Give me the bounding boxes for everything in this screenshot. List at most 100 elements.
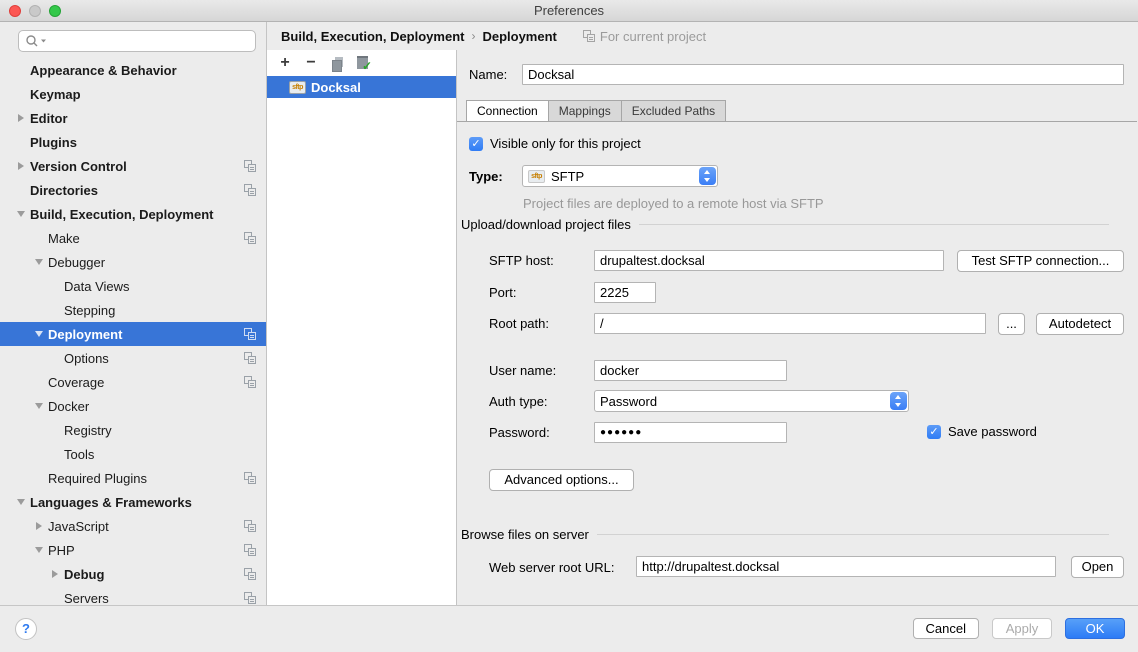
sidebar-item-directories[interactable]: Directories [0, 178, 266, 202]
sidebar-item-servers[interactable]: Servers [0, 586, 266, 605]
advanced-options-button[interactable]: Advanced options... [489, 469, 634, 491]
sidebar-item-debug[interactable]: Debug [0, 562, 266, 586]
browse-root-path-button[interactable]: ... [998, 313, 1025, 335]
sidebar-item-make[interactable]: Make [0, 226, 266, 250]
current-project-icon [244, 184, 256, 196]
cancel-button[interactable]: Cancel [913, 618, 979, 639]
sftp-host-label: SFTP host: [489, 253, 554, 268]
ok-button[interactable]: OK [1065, 618, 1125, 639]
password-label: Password: [489, 425, 550, 440]
deployment-form: Name: Connection Mappings Excluded Paths… [457, 50, 1138, 605]
root-path-label: Root path: [489, 316, 549, 331]
type-value: SFTP [551, 169, 699, 184]
chevron-down-icon[interactable] [30, 547, 48, 553]
auth-type-select[interactable]: Password [594, 390, 909, 412]
sidebar-item-docker[interactable]: Docker [0, 394, 266, 418]
breadcrumb-category[interactable]: Build, Execution, Deployment [281, 29, 464, 44]
breadcrumb: Build, Execution, Deployment › Deploymen… [267, 22, 1138, 50]
sidebar-item-version-control[interactable]: Version Control [0, 154, 266, 178]
sidebar-item-stepping[interactable]: Stepping [0, 298, 266, 322]
port-label: Port: [489, 285, 516, 300]
sidebar-item-editor[interactable]: Editor [0, 106, 266, 130]
auth-type-value: Password [600, 394, 890, 409]
sidebar-item-deployment[interactable]: Deployment [0, 322, 266, 346]
sidebar-item-javascript[interactable]: JavaScript [0, 514, 266, 538]
sidebar-item-options[interactable]: Options [0, 346, 266, 370]
web-root-input[interactable] [636, 556, 1056, 577]
apply-button[interactable]: Apply [992, 618, 1052, 639]
chevron-right-icon[interactable] [30, 522, 48, 530]
tab-excluded-paths[interactable]: Excluded Paths [622, 100, 726, 122]
name-input[interactable] [522, 64, 1124, 85]
tab-mappings[interactable]: Mappings [549, 100, 622, 122]
sidebar-item-build-execution-deployment[interactable]: Build, Execution, Deployment [0, 202, 266, 226]
current-project-icon [244, 160, 256, 172]
tab-connection[interactable]: Connection [466, 100, 549, 122]
breadcrumb-page: Deployment [482, 29, 556, 44]
open-url-button[interactable]: Open [1071, 556, 1124, 578]
tab-bar: Connection Mappings Excluded Paths [466, 100, 726, 122]
chevron-down-icon[interactable] [12, 211, 30, 217]
search-input[interactable] [18, 30, 256, 52]
sidebar-item-registry[interactable]: Registry [0, 418, 266, 442]
current-project-icon [244, 520, 256, 532]
sidebar-item-label: Stepping [64, 303, 115, 318]
sftp-host-input[interactable] [594, 250, 944, 271]
root-path-input[interactable] [594, 313, 986, 334]
help-button[interactable]: ? [15, 618, 37, 640]
auth-type-label: Auth type: [489, 394, 548, 409]
combo-stepper-icon [890, 392, 907, 410]
sidebar-item-label: Keymap [30, 87, 81, 102]
sidebar-item-label: Required Plugins [48, 471, 147, 486]
sidebar-item-coverage[interactable]: Coverage [0, 370, 266, 394]
sidebar-item-label: Languages & Frameworks [30, 495, 192, 510]
remove-server-button[interactable]: − [303, 55, 319, 71]
chevron-down-icon[interactable] [12, 499, 30, 505]
current-project-icon [244, 544, 256, 556]
sidebar-item-languages-frameworks[interactable]: Languages & Frameworks [0, 490, 266, 514]
sidebar-item-appearance-behavior[interactable]: Appearance & Behavior [0, 58, 266, 82]
user-name-input[interactable] [594, 360, 787, 381]
password-input[interactable] [594, 422, 787, 443]
test-sftp-connection-button[interactable]: Test SFTP connection... [957, 250, 1124, 272]
sidebar-item-label: Options [64, 351, 109, 366]
sftp-file-icon: sftp [289, 81, 306, 94]
sftp-type-icon: sftp [528, 170, 545, 183]
port-input[interactable] [594, 282, 656, 303]
chevron-down-icon[interactable] [30, 331, 48, 337]
sidebar-item-label: Servers [64, 591, 109, 606]
visible-only-checkbox[interactable]: ✓ Visible only for this project [469, 136, 641, 151]
minimize-window-icon[interactable] [29, 5, 41, 17]
sidebar-item-plugins[interactable]: Plugins [0, 130, 266, 154]
add-server-button[interactable]: + [277, 55, 293, 71]
zoom-window-icon[interactable] [49, 5, 61, 17]
breadcrumb-separator: › [471, 29, 475, 43]
chevron-right-icon[interactable] [12, 162, 30, 170]
sidebar-item-data-views[interactable]: Data Views [0, 274, 266, 298]
scope-indicator: For current project [583, 29, 706, 44]
sidebar-item-tools[interactable]: Tools [0, 442, 266, 466]
current-project-icon [244, 592, 256, 604]
chevron-down-icon[interactable] [30, 403, 48, 409]
upload-section-title: Upload/download project files [461, 217, 631, 232]
chevron-right-icon[interactable] [12, 114, 30, 122]
copy-server-button[interactable] [329, 55, 345, 71]
section-rule [597, 534, 1109, 535]
sidebar-item-keymap[interactable]: Keymap [0, 82, 266, 106]
sidebar-item-required-plugins[interactable]: Required Plugins [0, 466, 266, 490]
type-select[interactable]: sftp SFTP [522, 165, 718, 187]
window-title: Preferences [0, 0, 1138, 21]
autodetect-button[interactable]: Autodetect [1036, 313, 1124, 335]
close-window-icon[interactable] [9, 5, 21, 17]
use-as-default-button[interactable] [355, 55, 371, 71]
combo-stepper-icon [699, 167, 716, 185]
save-password-checkbox[interactable]: ✓ Save password [927, 424, 1037, 439]
chevron-right-icon[interactable] [46, 570, 64, 578]
checkbox-checked-icon: ✓ [469, 137, 483, 151]
sidebar-item-debugger[interactable]: Debugger [0, 250, 266, 274]
server-list-item-docksal[interactable]: sftp Docksal [267, 76, 456, 98]
chevron-down-icon[interactable] [30, 259, 48, 265]
traffic-lights [9, 5, 61, 17]
sidebar-item-php[interactable]: PHP [0, 538, 266, 562]
titlebar: Preferences [0, 0, 1138, 22]
